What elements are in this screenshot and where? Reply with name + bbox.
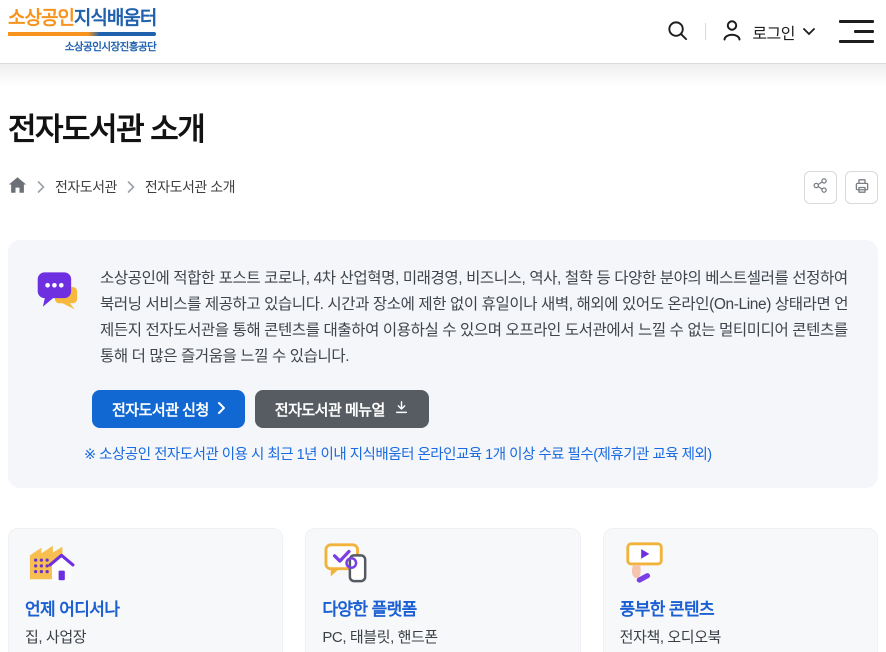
monitor-phone-icon [322, 541, 563, 585]
main-content: 전자도서관 소개 전자도서관 전자도서관 소개 [0, 110, 886, 652]
breadcrumb-level1[interactable]: 전자도서관 [55, 177, 117, 197]
feature-title: 풍부한 콘텐츠 [620, 595, 861, 620]
feature-card-platforms: 다양한 플랫폼 PC, 태블릿, 핸드폰 [305, 528, 580, 652]
logo-brand-blue: 지식배움터 [74, 8, 156, 29]
breadcrumb-level2[interactable]: 전자도서관 소개 [145, 177, 235, 197]
home-icon [8, 176, 27, 199]
feature-card-contents: 풍부한 콘텐츠 전자책, 오디오북 [603, 528, 878, 652]
feature-desc: 집, 사업장 [25, 626, 266, 647]
breadcrumb-row: 전자도서관 전자도서관 소개 [8, 170, 878, 204]
breadcrumb-separator-icon [127, 181, 135, 193]
feature-title: 언제 어디서나 [25, 595, 266, 620]
library-manual-button[interactable]: 전자도서관 메뉴얼 [255, 390, 429, 428]
search-icon [666, 19, 689, 45]
feature-cards: 언제 어디서나 집, 사업장 다양한 플랫폼 PC, 태블릿, 핸드폰 [8, 528, 878, 652]
site-logo[interactable]: 소상공인지식배움터 소상공인시장진흥공단 [8, 9, 156, 54]
intro-buttons: 전자도서관 신청 전자도서관 메뉴얼 [92, 390, 850, 428]
feature-desc: 전자책, 오디오북 [620, 626, 861, 647]
header: 소상공인지식배움터 소상공인시장진흥공단 로그인 [0, 0, 886, 64]
library-apply-button[interactable]: 전자도서관 신청 [92, 390, 245, 428]
user-icon [720, 18, 744, 45]
chevron-right-icon [218, 401, 225, 418]
feature-title: 다양한 플랫폼 [322, 595, 563, 620]
search-button[interactable] [664, 17, 691, 47]
intro-description: 소상공인에 적합한 포스트 코로나, 4차 산업혁명, 미래경영, 비즈니스, … [100, 266, 850, 370]
page-title: 전자도서관 소개 [8, 110, 878, 150]
site-logo-text: 소상공인지식배움터 [8, 9, 156, 30]
share-button[interactable] [804, 171, 837, 204]
feature-card-anywhere: 언제 어디서나 집, 사업장 [8, 528, 283, 652]
feature-desc: PC, 태블릿, 핸드폰 [322, 626, 563, 647]
page-actions [804, 171, 878, 204]
breadcrumb-separator-icon [37, 181, 45, 193]
print-button[interactable] [845, 171, 878, 204]
logo-subtitle: 소상공인시장진흥공단 [8, 39, 156, 54]
home-breadcrumb-link[interactable] [8, 176, 27, 199]
hamburger-icon [839, 20, 874, 23]
download-icon [394, 400, 409, 419]
header-divider [705, 23, 706, 40]
login-dropdown[interactable]: 로그인 [720, 18, 815, 45]
header-shadow [0, 64, 886, 86]
share-icon [812, 177, 829, 197]
building-home-icon [25, 541, 266, 585]
menu-button[interactable] [839, 20, 874, 43]
chevron-down-icon [803, 24, 815, 39]
intro-panel: 소상공인에 적합한 포스트 코로나, 4차 산업혁명, 미래경영, 비즈니스, … [8, 240, 878, 488]
video-content-icon [620, 541, 861, 585]
breadcrumb: 전자도서관 전자도서관 소개 [8, 176, 235, 199]
print-icon [853, 177, 871, 198]
logo-underline [8, 32, 156, 36]
intro-note: ※ 소상공인 전자도서관 이용 시 최근 1년 이내 지식배움터 온라인교육 1… [84, 443, 850, 464]
chat-bubbles-icon [36, 270, 84, 321]
header-actions: 로그인 [664, 17, 874, 47]
logo-brand-orange: 소상공인 [8, 8, 74, 29]
login-label: 로그인 [752, 20, 795, 44]
